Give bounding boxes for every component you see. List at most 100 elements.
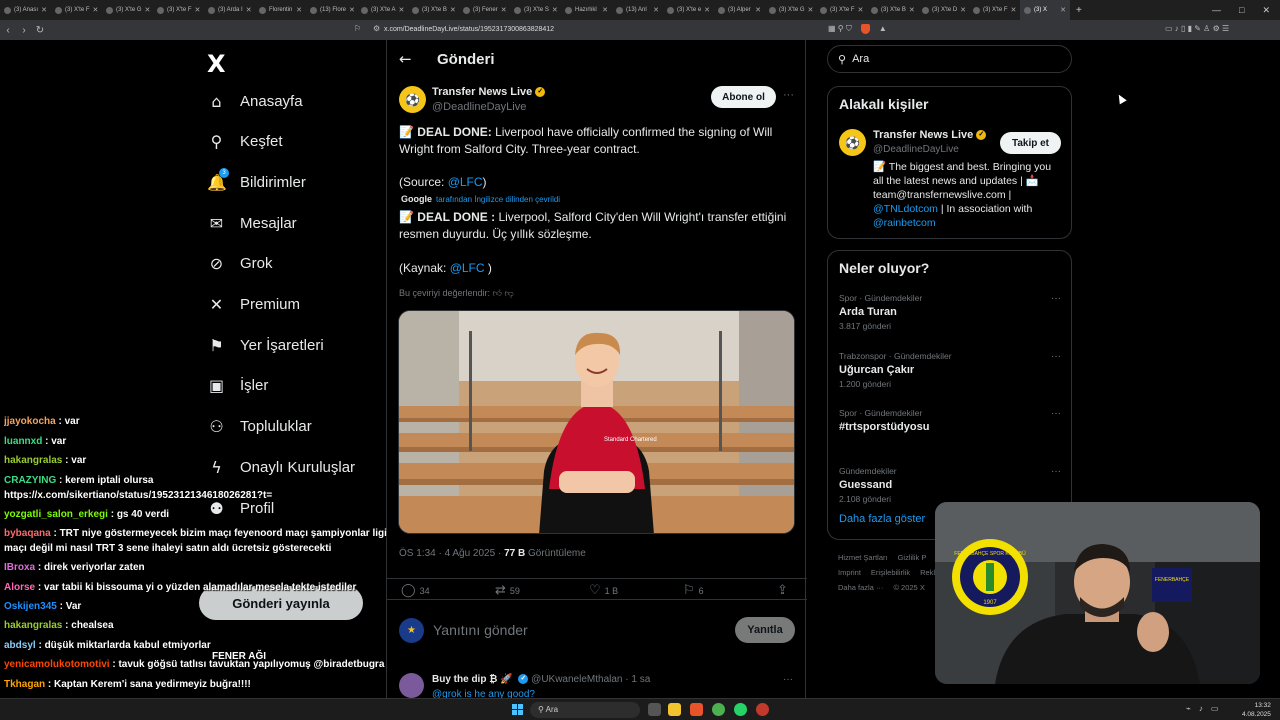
reply-button[interactable]: Yanıtla [735, 617, 795, 643]
close-tab-icon[interactable]: ✕ [602, 6, 608, 14]
trend-item[interactable]: Spor · Gündemdekiler Arda Turan 3.817 gönd… [839, 293, 1061, 331]
close-tab-icon[interactable]: ✕ [653, 6, 659, 14]
browser-tab[interactable]: (3) Arda I ✕ [204, 0, 255, 20]
close-tab-icon[interactable]: ✕ [501, 6, 507, 14]
trend-item[interactable]: Trabzonspor · Gündemdekiler Uğurcan Çakır… [839, 351, 1061, 389]
browser-tab[interactable]: (3) X'te F ✕ [969, 0, 1020, 20]
chrome-icon[interactable] [712, 703, 725, 716]
close-tab-icon[interactable]: ✕ [960, 6, 966, 14]
browser-tab[interactable]: (3) X'te S ✕ [510, 0, 561, 20]
thumbs-up-icon[interactable]: 👍︎ [493, 288, 502, 298]
footer-link[interactable]: Gizlilik P [898, 553, 927, 562]
browser-tab[interactable]: (3) Fener ✕ [459, 0, 510, 20]
like-action[interactable]: ♡ 1 B [589, 583, 618, 598]
related-name[interactable]: Transfer News Live ✓ [873, 129, 987, 141]
trend-item[interactable]: Spor · Gündemdekiler #trtsporstüdyosu ··· [839, 408, 1061, 436]
maximize-icon[interactable]: □ [1239, 5, 1244, 15]
address-tools-icons[interactable]: ▦ ⚲ ⛉ ▲ [828, 24, 887, 34]
related-handle[interactable]: @DeadlineDayLive [873, 144, 959, 155]
footer-link[interactable]: Daha fazla ··· [838, 583, 883, 592]
x-logo[interactable]: X [207, 50, 226, 78]
close-tab-icon[interactable]: ✕ [755, 6, 761, 14]
source-link[interactable]: @LFC [448, 175, 483, 189]
show-more-link[interactable]: Daha fazla göster [839, 513, 925, 525]
close-window-icon[interactable]: ✕ [1262, 5, 1270, 16]
bookmark-page-icon[interactable]: ⚐ [354, 24, 361, 33]
trend-item[interactable]: Gündemdekiler Guessand 2.108 gönderi ··· [839, 466, 1061, 504]
bookmark-action[interactable]: ⚐ 6 [683, 583, 704, 598]
nav-item[interactable]: ⌂ Anasayfa [207, 89, 302, 113]
nav-item[interactable]: ⚲ Keşfet [207, 130, 283, 154]
whatsapp-icon[interactable] [734, 703, 747, 716]
new-tab-icon[interactable]: + [1076, 5, 1082, 16]
browser-tab[interactable]: Hazırlıkl ✕ [561, 0, 612, 20]
close-tab-icon[interactable]: ✕ [1060, 6, 1066, 14]
system-tray[interactable]: ⌁ ♪ ▭ [1186, 704, 1218, 713]
browser-tab[interactable]: (3) X'te G ✕ [765, 0, 816, 20]
footer-link[interactable]: Hizmet Şartları [838, 553, 888, 562]
reload-icon[interactable]: ↻ [32, 25, 48, 36]
close-tab-icon[interactable]: ✕ [246, 6, 252, 14]
nav-item[interactable]: ⚑ Yer İşaretleri [207, 333, 323, 357]
reply-input[interactable]: Yanıtını gönder [433, 622, 528, 638]
browser-tab[interactable]: (3) X'te F ✕ [51, 0, 102, 20]
share-action[interactable]: ⇪ [777, 583, 788, 598]
trend-more-icon[interactable]: ··· [1051, 293, 1061, 304]
browser-tab[interactable]: (3) X'te D ✕ [918, 0, 969, 20]
minimize-icon[interactable]: — [1212, 5, 1221, 15]
forward-icon[interactable]: › [16, 25, 32, 36]
site-info-icon[interactable]: ⚙ [373, 24, 380, 33]
more-options-icon[interactable]: ··· [783, 89, 794, 101]
close-tab-icon[interactable]: ✕ [857, 6, 863, 14]
trend-more-icon[interactable]: ··· [1051, 466, 1061, 477]
tweet-photo[interactable]: Standard Chartered [398, 310, 795, 534]
browser-tab[interactable]: (3) X'te B ✕ [867, 0, 918, 20]
nav-item[interactable]: ⊘ Grok [207, 252, 273, 276]
author-handle[interactable]: @DeadlineDayLive [432, 101, 526, 113]
footer-link[interactable]: Erişilebilirlik [871, 568, 910, 577]
browser-tab[interactable]: (3) X'te F ✕ [153, 0, 204, 20]
taskbar-search[interactable]: ⚲ Ara [530, 702, 640, 718]
browser-tab[interactable]: (3) X'te A ✕ [357, 0, 408, 20]
close-tab-icon[interactable]: ✕ [145, 6, 151, 14]
browser-tab[interactable]: (3) X'te B ✕ [408, 0, 459, 20]
close-tab-icon[interactable]: ✕ [399, 6, 405, 14]
browser-tab[interactable]: (3) Anası ✕ [0, 0, 51, 20]
close-tab-icon[interactable]: ✕ [704, 6, 710, 14]
brave-icon[interactable] [690, 703, 703, 716]
extension-icons[interactable]: ▭ ♪ ▯ ▮ ✎ ♙ ⚙ ☰ [1165, 24, 1229, 33]
close-tab-icon[interactable]: ✕ [808, 6, 814, 14]
back-icon[interactable]: ‹ [0, 25, 16, 36]
nav-item[interactable]: 🔔 Bildirimler 3 [207, 168, 306, 194]
author-avatar[interactable]: ⚽ [399, 86, 426, 113]
browser-tab[interactable]: (13) Anl ✕ [612, 0, 663, 20]
close-tab-icon[interactable]: ✕ [194, 6, 200, 14]
trend-more-icon[interactable]: ··· [1051, 408, 1061, 419]
close-tab-icon[interactable]: ✕ [349, 6, 355, 14]
close-tab-icon[interactable]: ✕ [92, 6, 98, 14]
browser-tab[interactable]: (3) X ✕ [1020, 0, 1070, 20]
close-tab-icon[interactable]: ✕ [450, 6, 456, 14]
close-tab-icon[interactable]: ✕ [41, 6, 47, 14]
task-view-icon[interactable] [648, 703, 661, 716]
browser-tab[interactable]: (13) Flore ✕ [306, 0, 357, 20]
author-name[interactable]: Transfer News Live ✓ [432, 86, 546, 98]
browser-tab[interactable]: (3) Alper ✕ [714, 0, 765, 20]
nav-item[interactable]: ✕ Premium [207, 293, 300, 317]
related-avatar[interactable]: ⚽ [839, 129, 866, 156]
nav-item[interactable]: ✉ Mesajlar [207, 211, 297, 235]
thumbs-down-icon[interactable]: 👎︎ [504, 288, 513, 298]
file-explorer-icon[interactable] [668, 703, 681, 716]
close-tab-icon[interactable]: ✕ [909, 6, 915, 14]
footer-link[interactable]: Imprint [838, 568, 861, 577]
clock[interactable]: 13:32 4.08.2025 [1242, 701, 1271, 719]
repost-action[interactable]: ⇄ 59 [495, 583, 520, 598]
browser-tab[interactable]: (3) X'te F ✕ [816, 0, 867, 20]
browser-tab[interactable]: (3) X'te G ✕ [102, 0, 153, 20]
start-button-icon[interactable] [512, 704, 523, 715]
obs-icon[interactable] [756, 703, 769, 716]
trend-more-icon[interactable]: ··· [1051, 351, 1061, 362]
browser-tab[interactable]: (3) X'te e ✕ [663, 0, 714, 20]
close-tab-icon[interactable]: ✕ [552, 6, 558, 14]
reply-author[interactable]: Buy the dip ₿ 🚀 ✓ @UKwaneleMthalan · 1 s… [432, 674, 650, 685]
